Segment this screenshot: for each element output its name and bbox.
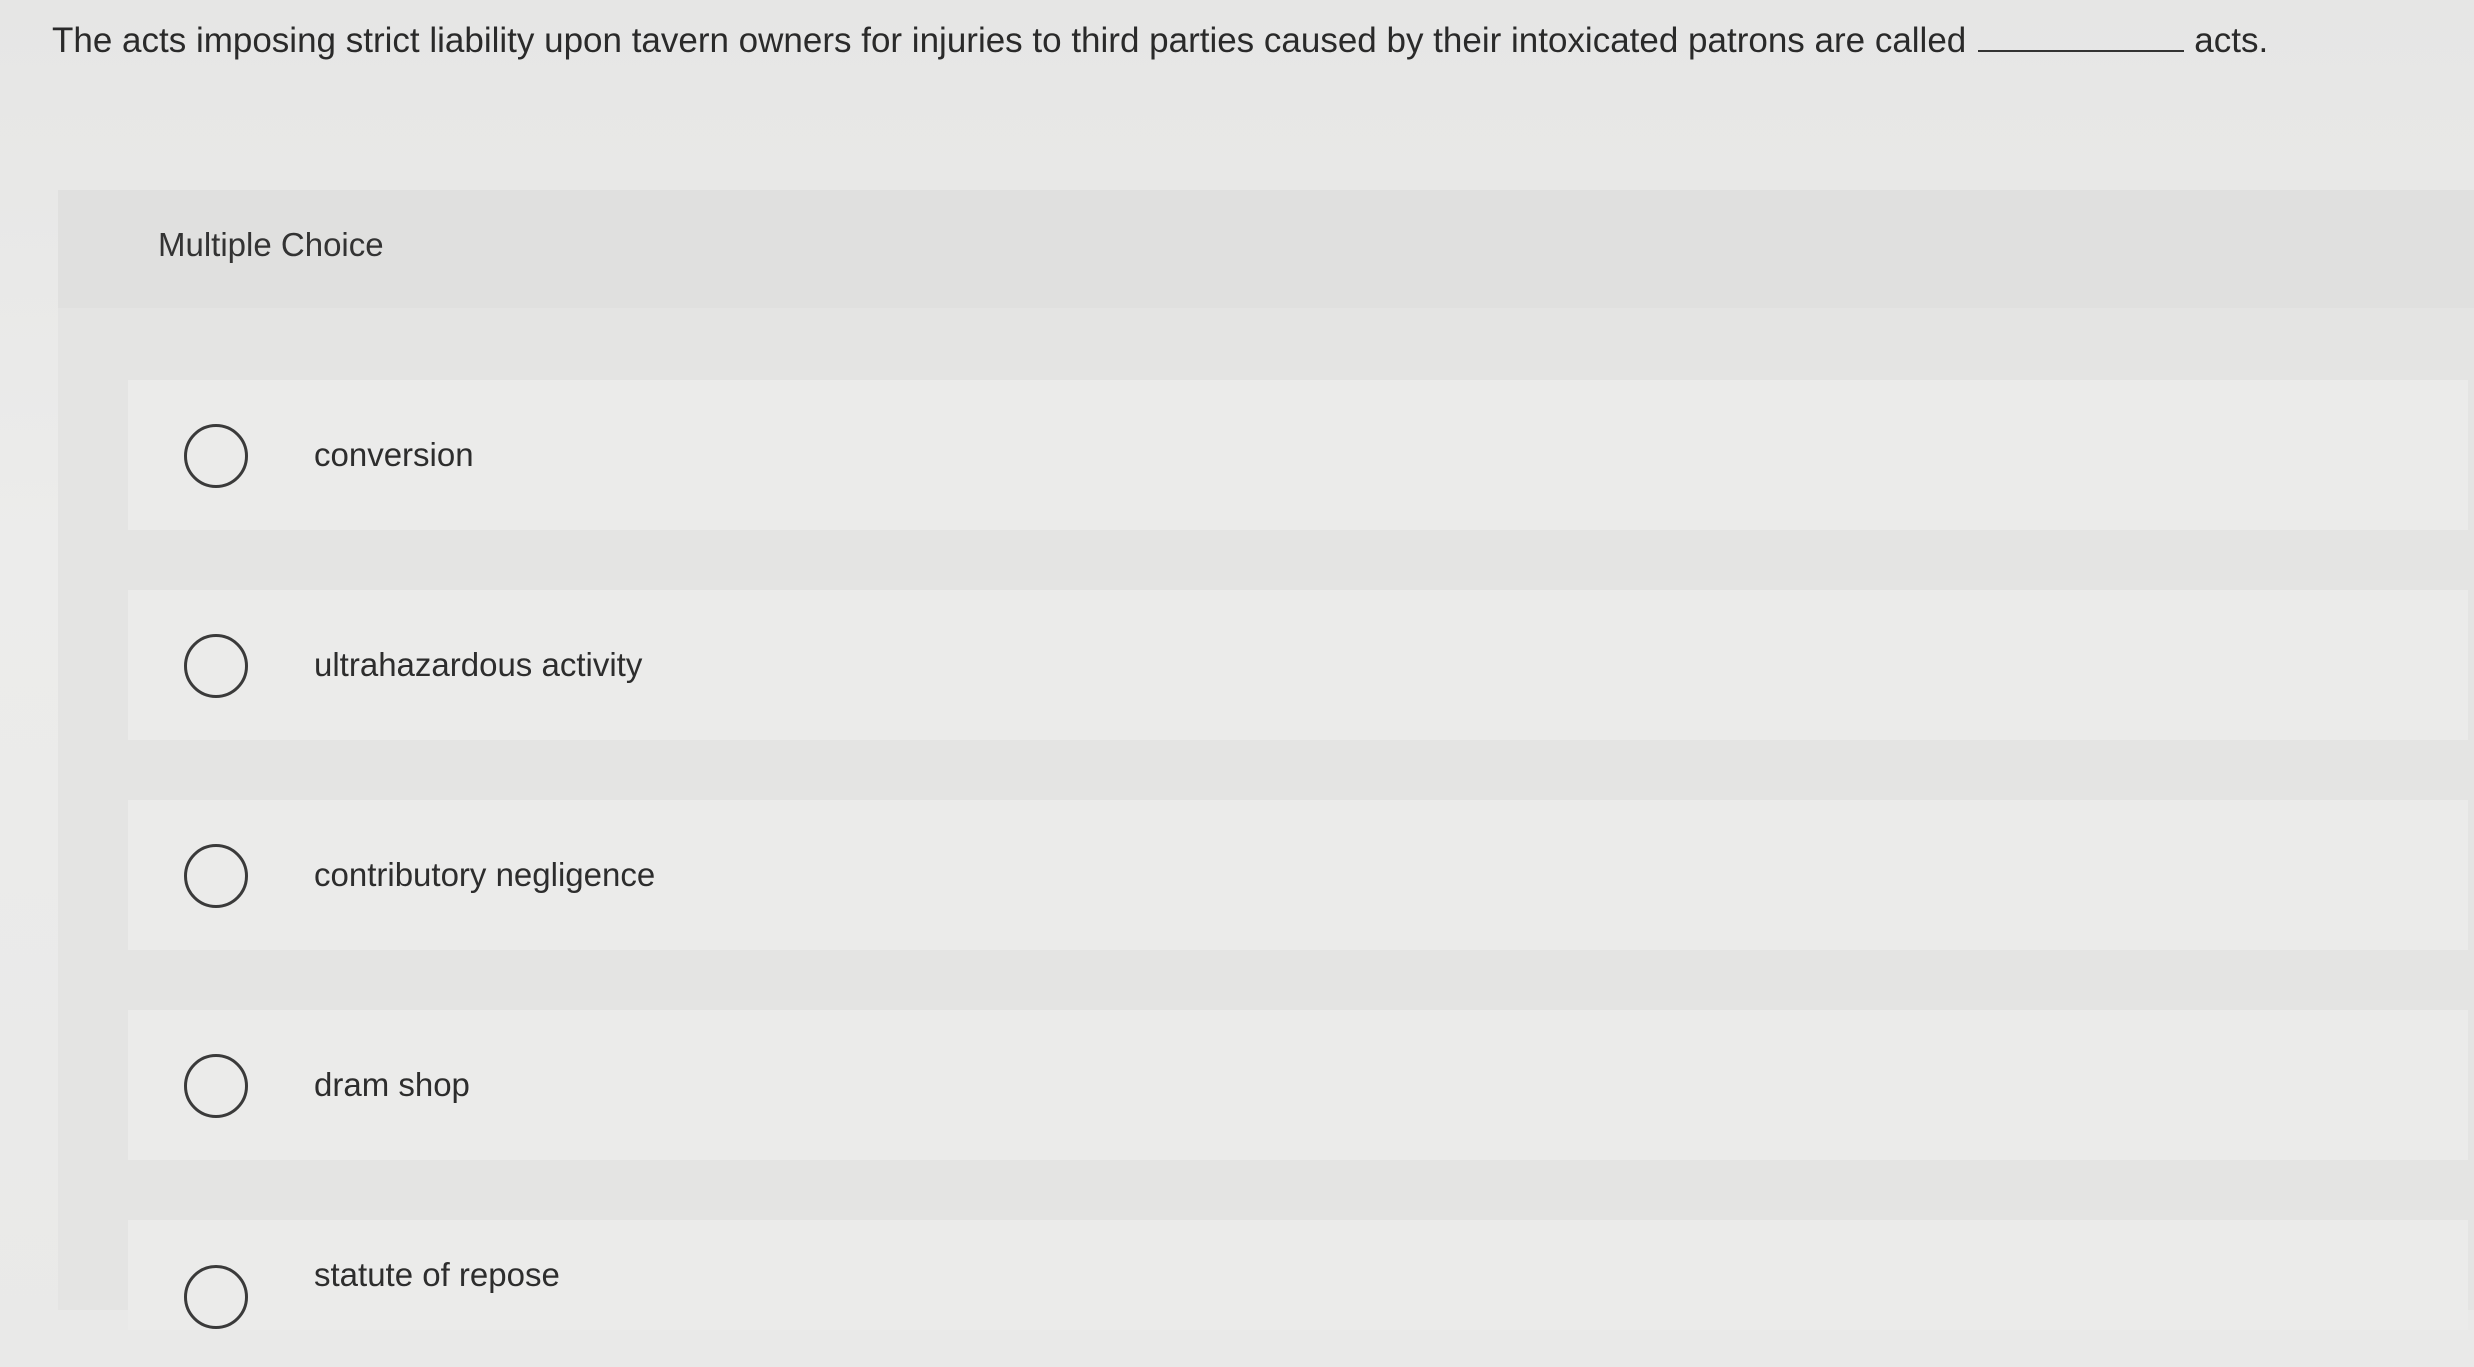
- radio-button[interactable]: [184, 1054, 248, 1118]
- option-label: dram shop: [314, 1066, 470, 1103]
- option-ultrahazardous-activity[interactable]: ultrahazardous activity: [128, 590, 2468, 740]
- multiple-choice-panel: Multiple Choice conversion ultrahazardou…: [58, 190, 2474, 1330]
- options-list: conversion ultrahazardous activity contr…: [128, 380, 2468, 1330]
- option-conversion[interactable]: conversion: [128, 380, 2468, 530]
- option-label: conversion: [314, 436, 474, 473]
- question-text: The acts imposing strict liability upon …: [52, 21, 1967, 60]
- radio-button[interactable]: [184, 424, 248, 488]
- panel-title: Multiple Choice: [158, 226, 384, 263]
- option-statute-of-repose[interactable]: statute of repose: [128, 1220, 2468, 1330]
- question-suffix: acts.: [2194, 21, 2269, 60]
- option-dram-shop[interactable]: dram shop: [128, 1010, 2468, 1160]
- panel-header: Multiple Choice: [58, 190, 2474, 308]
- option-label: contributory negligence: [314, 856, 656, 893]
- answer-blank: [1978, 20, 2185, 52]
- option-contributory-negligence[interactable]: contributory negligence: [128, 800, 2468, 950]
- question-prompt: The acts imposing strict liability upon …: [52, 18, 2268, 64]
- radio-button[interactable]: [184, 1265, 248, 1329]
- quiz-page: The acts imposing strict liability upon …: [0, 0, 2474, 1367]
- radio-button[interactable]: [184, 844, 248, 908]
- option-label: ultrahazardous activity: [314, 646, 643, 683]
- option-label: statute of repose: [314, 1256, 560, 1293]
- radio-button[interactable]: [184, 634, 248, 698]
